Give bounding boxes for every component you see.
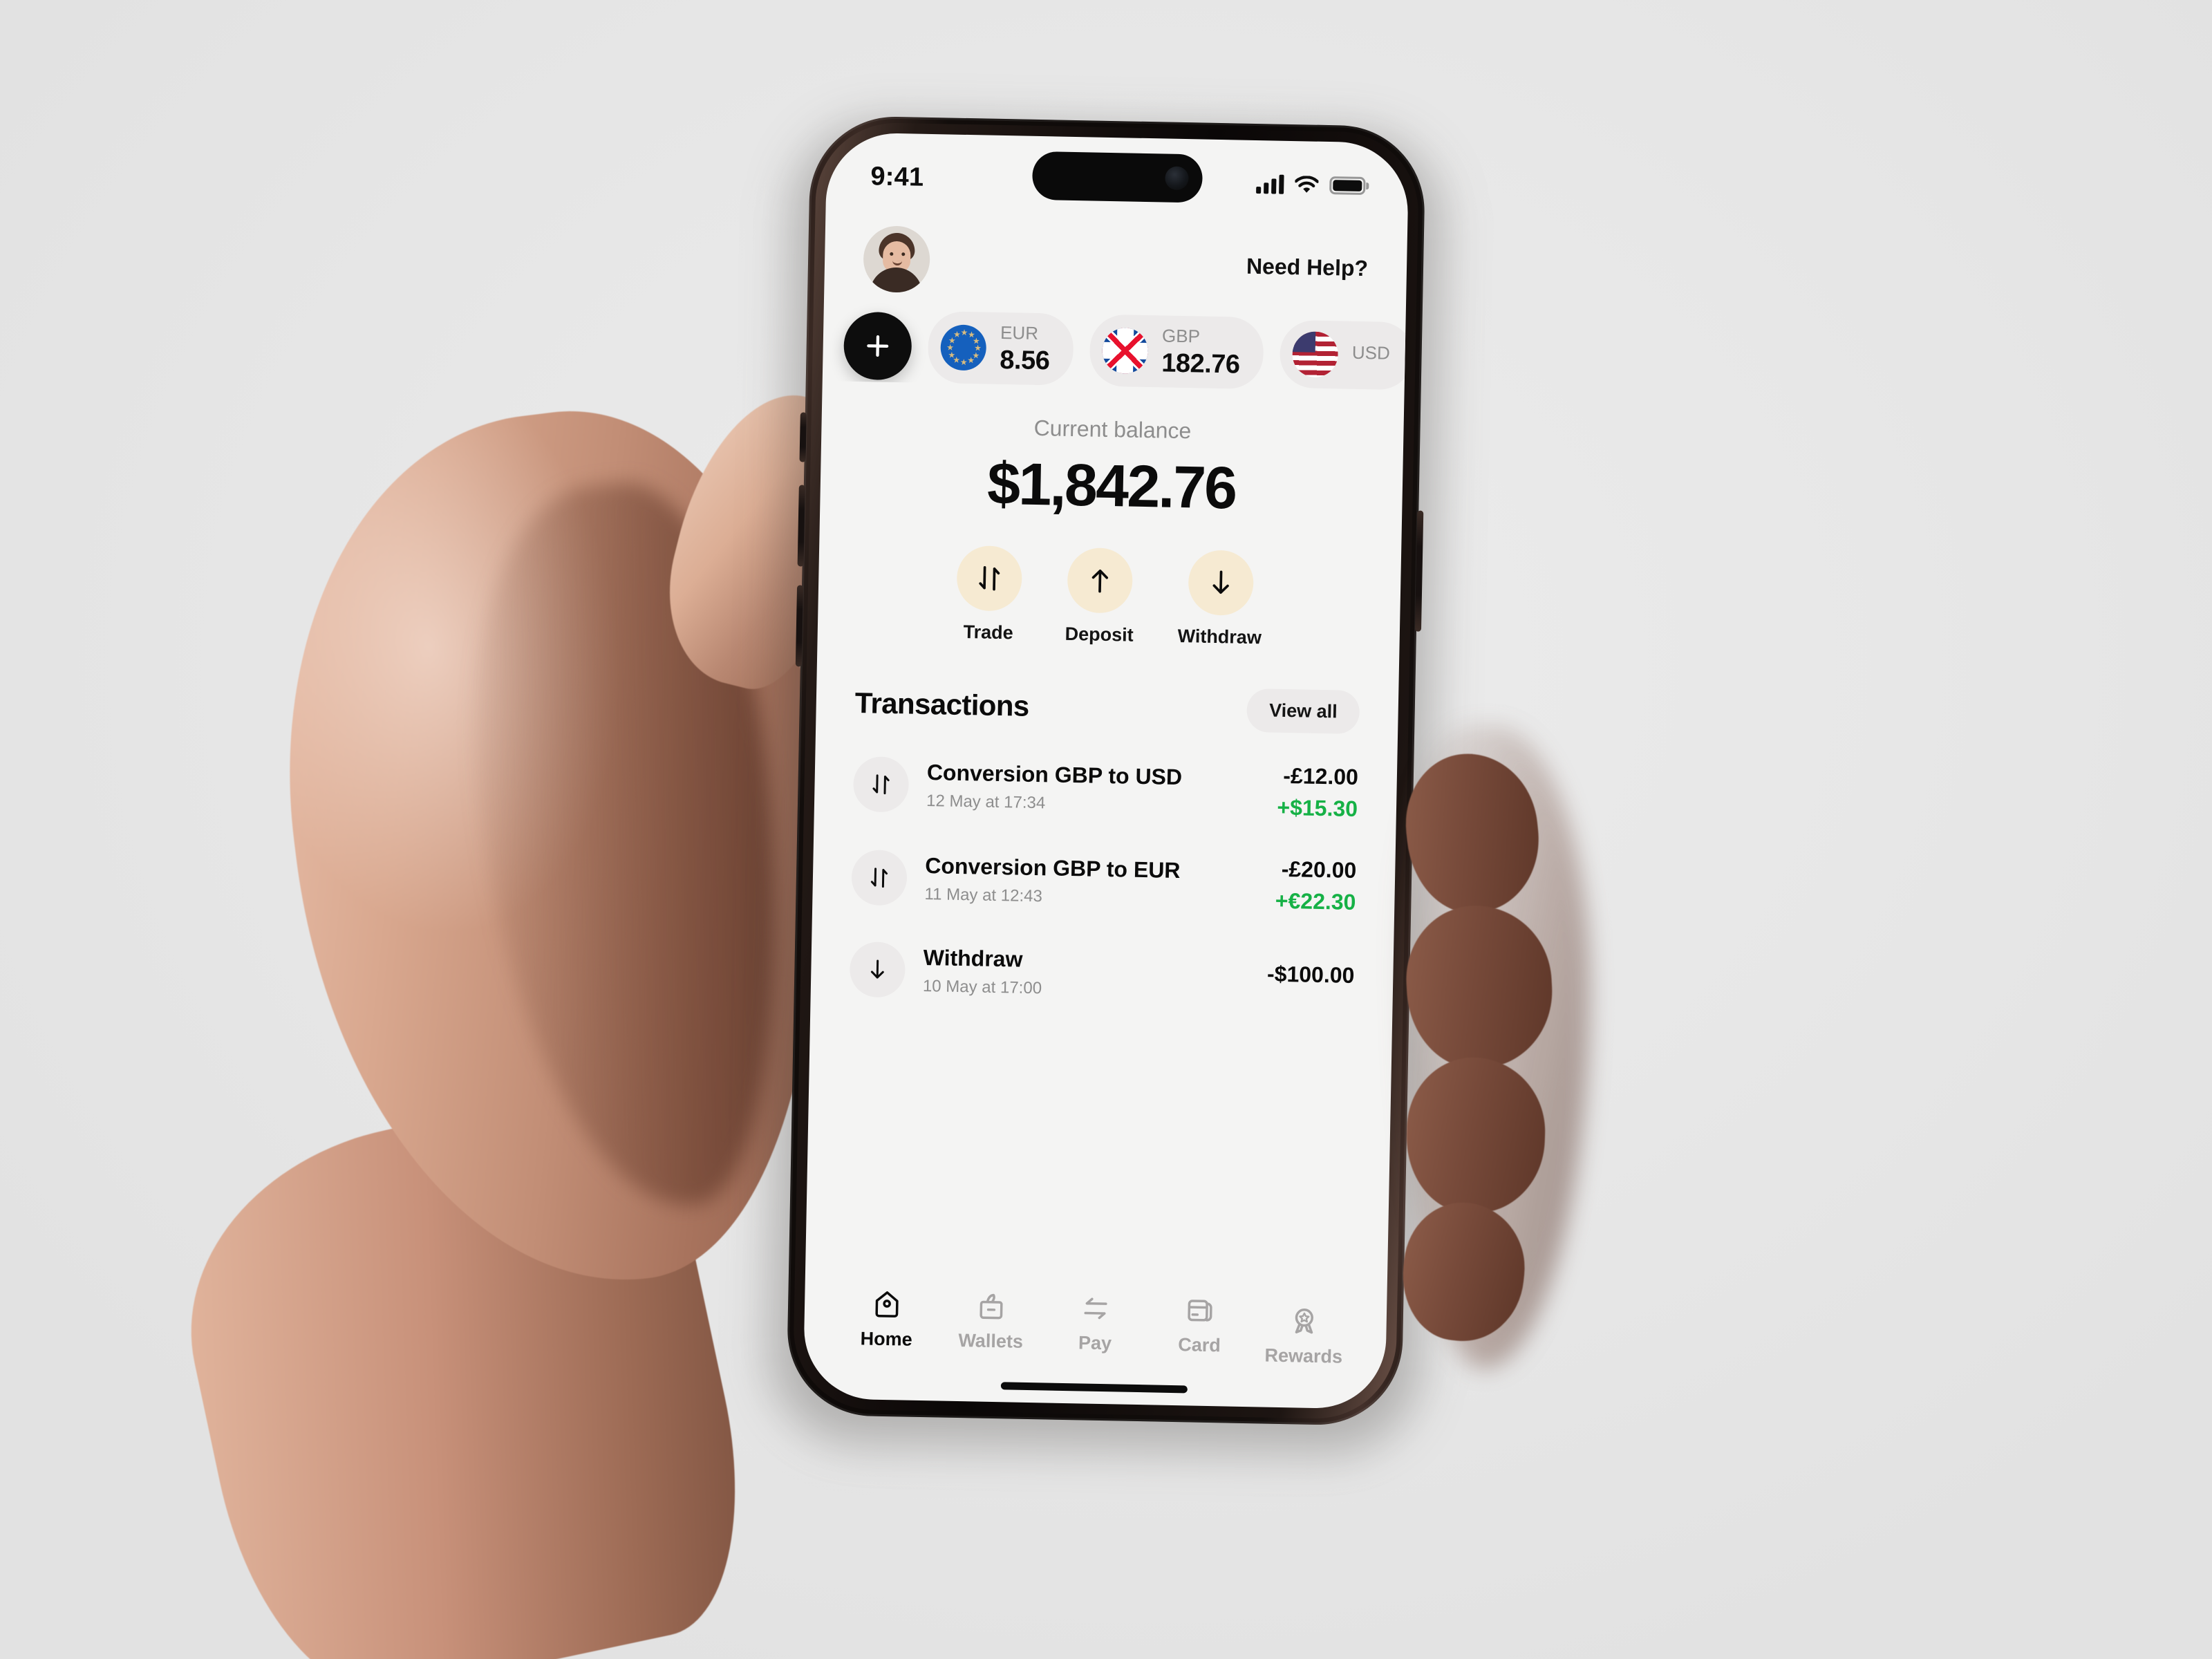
- wallet-chip-amount: [1351, 367, 1389, 368]
- transaction-icon: [852, 756, 910, 813]
- view-all-button[interactable]: View all: [1246, 688, 1360, 735]
- wallet-chip-amount: 8.56: [999, 345, 1050, 376]
- swap-arrows-icon: [870, 867, 888, 888]
- battery-icon: [1329, 176, 1366, 196]
- home-indicator[interactable]: [1000, 1382, 1188, 1394]
- transactions-list: Conversion GBP to USD 12 May at 17:34 -£…: [805, 724, 1398, 1288]
- bottom-navigation: Home Wallets Pay Card Rewards: [804, 1277, 1387, 1369]
- arrow-down-icon: [1212, 570, 1229, 594]
- palm-shading: [447, 470, 812, 1224]
- app-header: Need Help?: [824, 207, 1407, 302]
- avatar[interactable]: [863, 225, 931, 293]
- transaction-date: 10 May at 17:00: [922, 976, 1042, 998]
- table-row[interactable]: Conversion GBP to USD 12 May at 17:34 -£…: [852, 737, 1358, 840]
- tab-label: Home: [860, 1328, 912, 1350]
- transaction-amount-in: +$15.30: [1277, 794, 1358, 821]
- eu-flag-icon: ★ ★ ★ ★ ★ ★ ★ ★ ★ ★ ★ ★: [940, 324, 987, 371]
- transaction-icon: [849, 941, 906, 998]
- action-withdraw-circle: [1187, 550, 1254, 617]
- status-icons: [1256, 174, 1366, 196]
- action-trade[interactable]: Trade: [955, 545, 1023, 644]
- arrow-up-icon: [1092, 569, 1109, 593]
- wrist: [155, 1072, 771, 1659]
- tab-label: Card: [1178, 1334, 1221, 1356]
- front-camera-icon: [1165, 166, 1189, 191]
- action-withdraw[interactable]: Withdraw: [1177, 550, 1263, 648]
- wallet-chips-row[interactable]: ★ ★ ★ ★ ★ ★ ★ ★ ★ ★ ★ ★ EUR 8.56 GBP 182…: [823, 291, 1407, 392]
- transfer-arrows-icon: [1084, 1297, 1107, 1320]
- table-row[interactable]: Withdraw 10 May at 17:00 -$100.00: [849, 924, 1355, 1024]
- transaction-icon: [851, 849, 908, 906]
- add-wallet-button[interactable]: [843, 311, 912, 381]
- wallet-chip-usd[interactable]: USD: [1279, 319, 1407, 391]
- wifi-icon: [1295, 176, 1319, 193]
- transaction-amount-out: -£12.00: [1283, 762, 1359, 790]
- tab-label: Wallets: [958, 1330, 1024, 1352]
- balance-section: Current balance $1,842.76: [820, 381, 1405, 526]
- swap-arrows-icon: [872, 774, 890, 794]
- gb-flag-icon: [1102, 327, 1149, 375]
- tab-rewards[interactable]: Rewards: [1252, 1296, 1357, 1368]
- wallet-chip-amount: 182.76: [1161, 348, 1240, 379]
- wallet-chip-code: GBP: [1161, 325, 1201, 347]
- scene: 9:41 Need Help? ★ ★ ★ ★ ★ ★ ★ ★ ★ ★ ★ ★ …: [0, 0, 2212, 1659]
- dynamic-island: [1031, 151, 1203, 203]
- transaction-amount-out: -$100.00: [1266, 961, 1355, 988]
- credit-card-icon: [1188, 1300, 1212, 1322]
- transaction-date: 11 May at 12:43: [924, 884, 1043, 906]
- transaction-amount-out: -£20.00: [1281, 856, 1357, 883]
- transactions-title: Transactions: [854, 686, 1030, 722]
- tab-pay[interactable]: Pay: [1043, 1292, 1148, 1364]
- transaction-name: Conversion GBP to EUR: [924, 852, 1181, 883]
- table-row[interactable]: Conversion GBP to EUR 11 May at 12:43 -£…: [851, 830, 1357, 933]
- us-flag-icon: [1292, 331, 1339, 378]
- wallet-chip-eur[interactable]: ★ ★ ★ ★ ★ ★ ★ ★ ★ ★ ★ ★ EUR 8.56: [927, 310, 1074, 386]
- tab-wallets[interactable]: Wallets: [939, 1291, 1044, 1362]
- balance-label: Current balance: [1033, 415, 1192, 444]
- wallet-bag-icon: [980, 1293, 1003, 1320]
- need-help-link[interactable]: Need Help?: [1246, 253, 1369, 281]
- arrow-down-icon: [870, 959, 884, 979]
- phone-screen: 9:41 Need Help? ★ ★ ★ ★ ★ ★ ★ ★ ★ ★ ★ ★ …: [803, 132, 1409, 1409]
- quick-actions: Trade Deposit Withdraw: [818, 515, 1402, 651]
- cellular-signal-icon: [1256, 174, 1284, 194]
- award-ribbon-icon: [1295, 1309, 1313, 1334]
- tab-home[interactable]: Home: [834, 1288, 939, 1360]
- phone-device: 9:41 Need Help? ★ ★ ★ ★ ★ ★ ★ ★ ★ ★ ★ ★ …: [767, 115, 1444, 1454]
- status-bar: 9:41: [826, 132, 1409, 218]
- transactions-header: Transactions View all: [816, 640, 1399, 735]
- swap-arrows-icon: [979, 565, 1000, 591]
- plus-icon: [867, 335, 889, 357]
- action-deposit-circle: [1067, 547, 1134, 614]
- tab-label: Rewards: [1264, 1344, 1343, 1367]
- wallet-chip-code: EUR: [1000, 321, 1039, 344]
- wallet-chip-gbp[interactable]: GBP 182.76: [1089, 314, 1264, 390]
- transaction-name: Conversion GBP to USD: [926, 759, 1183, 789]
- tab-card[interactable]: Card: [1147, 1294, 1253, 1366]
- silent-switch[interactable]: [799, 412, 807, 462]
- transaction-date: 12 May at 17:34: [926, 791, 1046, 812]
- action-trade-circle: [956, 545, 1023, 612]
- action-label: Deposit: [1065, 623, 1134, 646]
- home-icon: [875, 1291, 899, 1318]
- transaction-amount-in: +€22.30: [1275, 888, 1356, 915]
- status-time: 9:41: [870, 161, 924, 192]
- balance-amount: $1,842.76: [986, 450, 1237, 522]
- action-deposit[interactable]: Deposit: [1065, 547, 1135, 646]
- wallet-chip-code: USD: [1351, 341, 1391, 364]
- tab-label: Pay: [1078, 1332, 1112, 1354]
- action-label: Withdraw: [1177, 625, 1262, 648]
- transaction-name: Withdraw: [923, 944, 1023, 972]
- action-label: Trade: [963, 621, 1013, 644]
